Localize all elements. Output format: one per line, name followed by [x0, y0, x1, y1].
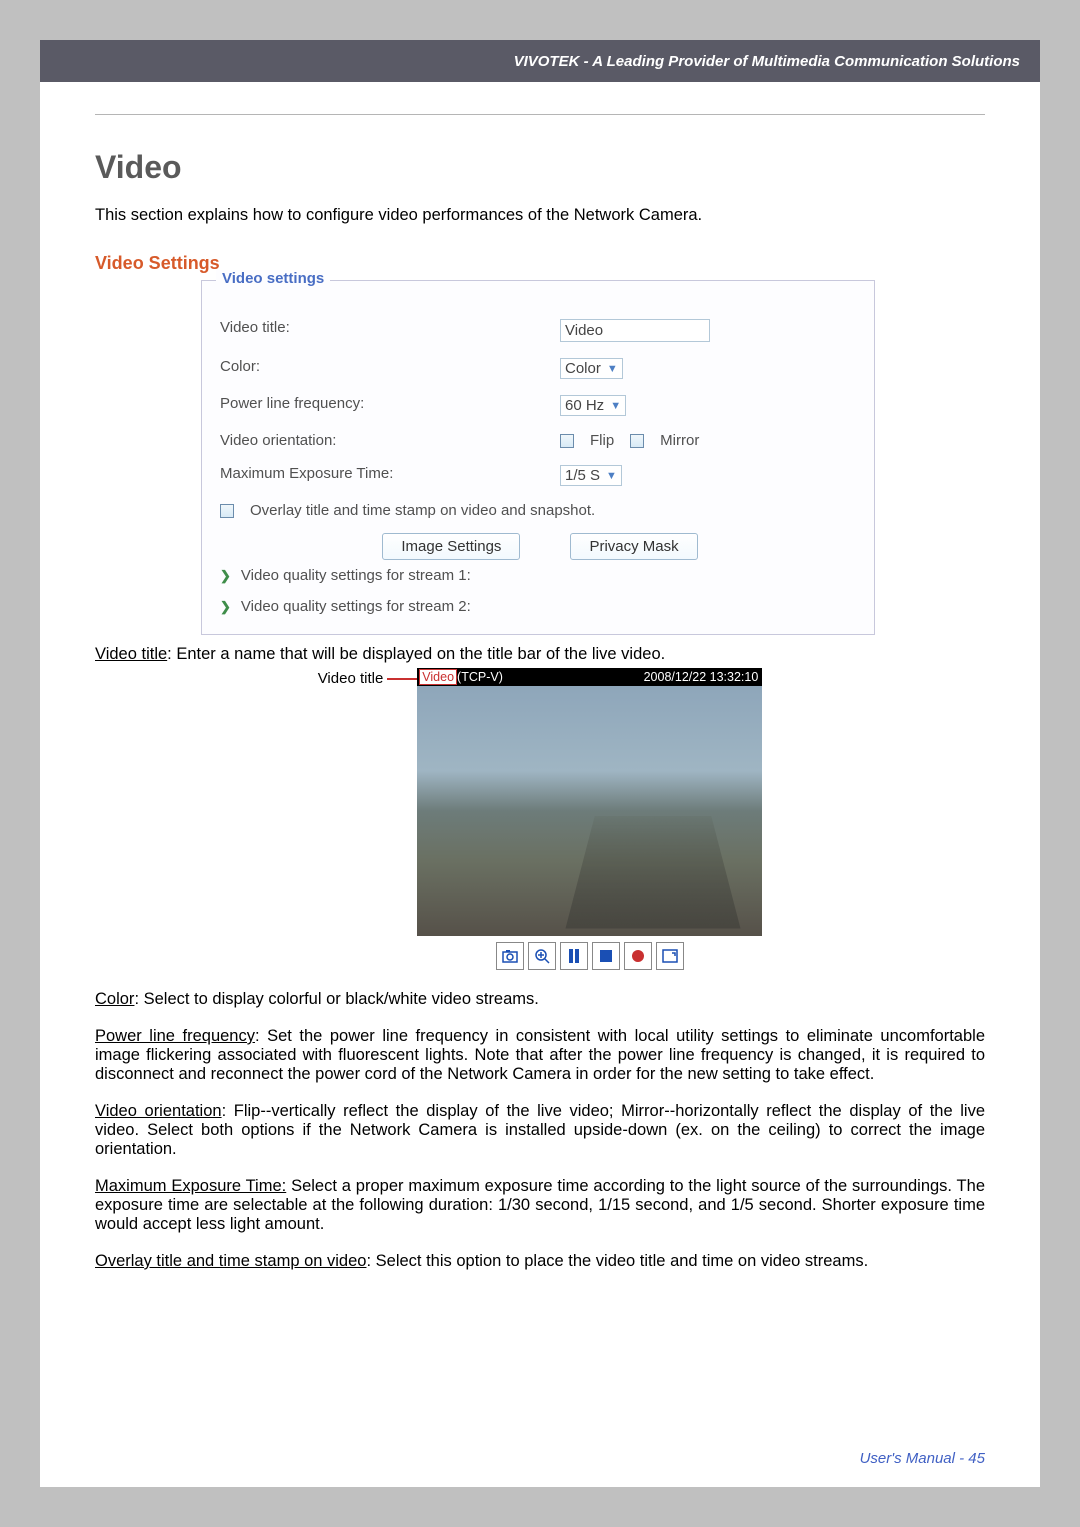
overlay-title-rest: (TCP-V) [457, 670, 503, 684]
overlay-title-highlight: Video [419, 669, 457, 685]
mirror-label: Mirror [660, 432, 699, 449]
desc-exposure: Maximum Exposure Time: Select a proper m… [95, 1177, 985, 1234]
overlay-checkbox[interactable] [220, 504, 234, 518]
row-frequency: Power line frequency: 60 Hz ▼ [220, 387, 860, 424]
desc-orientation: Video orientation: Flip--vertically refl… [95, 1102, 985, 1159]
panel-legend: Video settings [216, 270, 330, 287]
divider [95, 114, 985, 115]
video-image [417, 686, 762, 936]
overlay-label: Overlay title and time stamp on video an… [250, 502, 595, 519]
camera-icon[interactable] [496, 942, 524, 970]
label-video-title: Video title: [220, 319, 550, 342]
record-icon[interactable] [624, 942, 652, 970]
stream2-label: Video quality settings for stream 2: [241, 598, 471, 615]
color-value: Color [565, 360, 601, 377]
pause-icon[interactable] [560, 942, 588, 970]
video-settings-panel: Video settings Video title: Video Color:… [201, 280, 875, 635]
preview-wrapper: Video title Video(TCP-V) 2008/12/22 13:3… [95, 668, 985, 980]
desc-video-title: Video title: Enter a name that will be d… [95, 645, 985, 664]
chevron-down-icon: ▼ [607, 363, 618, 375]
overlay-timestamp: 2008/12/22 13:32:10 [644, 670, 759, 684]
page-title: Video [95, 149, 985, 186]
video-preview: Video(TCP-V) 2008/12/22 13:32:10 [417, 668, 762, 980]
video-toolbar [417, 936, 762, 980]
chevron-right-icon: ❯ [220, 599, 231, 615]
row-color: Color: Color ▼ [220, 350, 860, 387]
flip-checkbox[interactable] [560, 434, 574, 448]
row-overlay: Overlay title and time stamp on video an… [220, 494, 860, 527]
footer-text: User's Manual - 45 [860, 1450, 985, 1467]
stream2-expand[interactable]: ❯ Video quality settings for stream 2: [220, 591, 860, 622]
exposure-value: 1/5 S [565, 467, 600, 484]
label-color: Color: [220, 358, 550, 379]
stop-icon[interactable] [592, 942, 620, 970]
label-frequency: Power line frequency: [220, 395, 550, 416]
chevron-down-icon: ▼ [610, 400, 621, 412]
desc-frequency: Power line frequency: Set the power line… [95, 1027, 985, 1084]
flip-label: Flip [590, 432, 614, 449]
chevron-down-icon: ▼ [606, 470, 617, 482]
mirror-checkbox[interactable] [630, 434, 644, 448]
label-exposure: Maximum Exposure Time: [220, 465, 550, 486]
video-overlay-bar: Video(TCP-V) 2008/12/22 13:32:10 [417, 668, 762, 686]
label-orientation: Video orientation: [220, 432, 550, 449]
color-select[interactable]: Color ▼ [560, 358, 623, 379]
row-exposure: Maximum Exposure Time: 1/5 S ▼ [220, 457, 860, 494]
privacy-mask-button[interactable]: Privacy Mask [570, 533, 697, 560]
video-title-input[interactable]: Video [560, 319, 710, 342]
stream1-label: Video quality settings for stream 1: [241, 567, 471, 584]
zoom-icon[interactable] [528, 942, 556, 970]
expand-icon[interactable] [656, 942, 684, 970]
row-orientation: Video orientation: Flip Mirror [220, 424, 860, 457]
desc-color: Color: Select to display colorful or bla… [95, 990, 985, 1009]
header-text: VIVOTEK - A Leading Provider of Multimed… [514, 53, 1020, 70]
chevron-right-icon: ❯ [220, 568, 231, 584]
intro-text: This section explains how to configure v… [95, 206, 985, 225]
stream1-expand[interactable]: ❯ Video quality settings for stream 1: [220, 560, 860, 591]
callout-line-icon [387, 678, 417, 680]
desc-overlay: Overlay title and time stamp on video: S… [95, 1252, 985, 1271]
page-header: VIVOTEK - A Leading Provider of Multimed… [40, 40, 1040, 82]
exposure-select[interactable]: 1/5 S ▼ [560, 465, 622, 486]
frequency-value: 60 Hz [565, 397, 604, 414]
row-video-title: Video title: Video [220, 311, 860, 350]
image-settings-button[interactable]: Image Settings [382, 533, 520, 560]
preview-callout: Video title [318, 670, 418, 687]
frequency-select[interactable]: 60 Hz ▼ [560, 395, 626, 416]
